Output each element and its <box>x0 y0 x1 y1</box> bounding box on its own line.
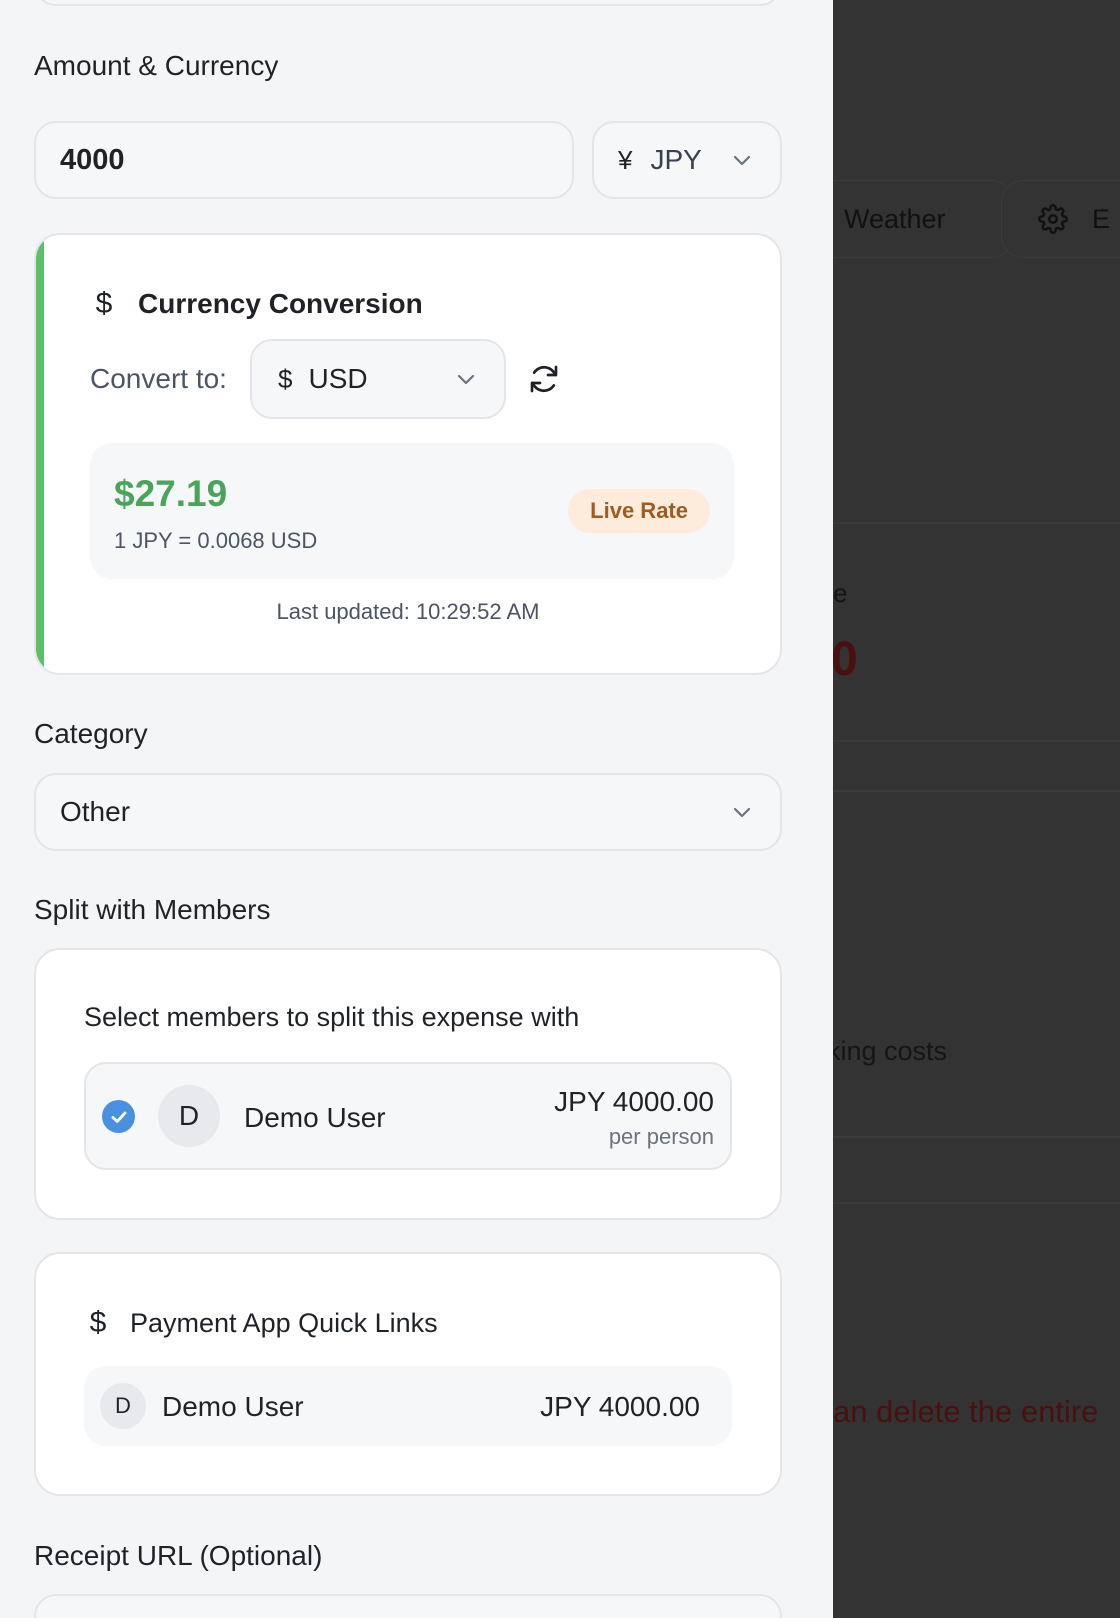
previous-field-input[interactable] <box>34 0 782 6</box>
dollar-icon: $ <box>278 363 293 394</box>
chevron-down-icon <box>733 155 751 166</box>
category-label: Category <box>34 718 148 749</box>
background-divider <box>833 522 1120 524</box>
per-person-label: per person <box>608 1124 714 1149</box>
currency-select[interactable]: ¥ JPY <box>592 121 782 199</box>
amount-value: 4000 <box>60 143 125 176</box>
receipt-url-input[interactable] <box>34 1594 782 1618</box>
conversion-title: $ Currency Conversion <box>92 287 423 321</box>
currency-conversion-card: $ Currency Conversion Convert to: $ USD … <box>34 233 782 675</box>
receipt-url-label: Receipt URL (Optional) <box>34 1540 323 1571</box>
dollar-icon: $ <box>89 1306 107 1339</box>
gear-icon <box>1038 204 1068 234</box>
split-members-label: Split with Members <box>34 894 271 925</box>
converted-amount: $27.19 <box>114 473 228 514</box>
conversion-result: $27.19 1 JPY = 0.0068 USD Live Rate <box>90 443 734 579</box>
member-row[interactable]: D Demo User JPY 4000.00 per person <box>84 1062 732 1170</box>
background-label: e <box>833 578 848 608</box>
background-divider <box>833 1202 1120 1204</box>
expense-form-drawer: Amount & Currency 4000 ¥ JPY $ Currency … <box>0 0 833 1618</box>
exchange-rate: 1 JPY = 0.0068 USD <box>114 528 318 553</box>
amount-input[interactable]: 4000 <box>34 121 574 199</box>
split-members-card: Select members to split this expense wit… <box>34 948 782 1220</box>
category-select[interactable]: Other <box>34 773 782 851</box>
settings-chip: E <box>1001 180 1120 258</box>
split-hint: Select members to split this expense wit… <box>84 1002 580 1032</box>
chevron-down-icon <box>457 374 475 385</box>
background-divider <box>833 740 1120 742</box>
member-checkbox[interactable] <box>102 1100 135 1133</box>
category-value: Other <box>60 796 131 827</box>
background-overlay[interactable]: Weather E e 0 king costs an delete the e… <box>833 0 1120 1618</box>
payment-member-name: Demo User <box>162 1391 304 1422</box>
member-name: Demo User <box>244 1102 386 1133</box>
weather-chip-label: Weather <box>844 203 946 234</box>
payment-quick-links-card: $ Payment App Quick Links D Demo User JP… <box>34 1252 782 1496</box>
currency-code: JPY <box>650 144 702 175</box>
chevron-down-icon <box>733 807 751 818</box>
avatar: D <box>100 1383 146 1429</box>
background-divider <box>833 1136 1120 1138</box>
yen-icon: ¥ <box>618 144 633 175</box>
payment-links-title: $ Payment App Quick Links <box>86 1306 438 1340</box>
payment-link-row[interactable]: D Demo User JPY 4000.00 <box>84 1366 732 1446</box>
dollar-icon: $ <box>95 287 113 320</box>
last-updated-text: Last updated: 10:29:52 AM <box>276 599 540 624</box>
background-divider <box>833 790 1120 792</box>
target-currency-select[interactable]: $ USD <box>250 339 506 419</box>
background-warning: an delete the entire <box>833 1394 1099 1429</box>
weather-chip: Weather <box>833 180 1013 258</box>
refresh-icon <box>530 365 558 393</box>
check-icon <box>111 1111 126 1123</box>
background-amount: 0 <box>833 633 858 686</box>
avatar: D <box>158 1085 220 1147</box>
member-share-amount: JPY 4000.00 <box>554 1086 714 1117</box>
refresh-rate-button[interactable] <box>526 361 562 397</box>
payment-links-title-text: Payment App Quick Links <box>130 1307 438 1338</box>
target-currency-code: USD <box>308 363 368 394</box>
payment-amount: JPY 4000.00 <box>540 1391 700 1422</box>
conversion-title-text: Currency Conversion <box>138 288 423 319</box>
convert-to-label: Convert to: <box>90 363 227 394</box>
amount-currency-label: Amount & Currency <box>34 50 279 81</box>
settings-chip-label: E <box>1092 203 1111 234</box>
app-root: Weather E e 0 king costs an delete the e… <box>0 0 1120 1618</box>
background-description: king costs <box>833 1036 948 1066</box>
live-rate-badge: Live Rate <box>568 489 710 533</box>
